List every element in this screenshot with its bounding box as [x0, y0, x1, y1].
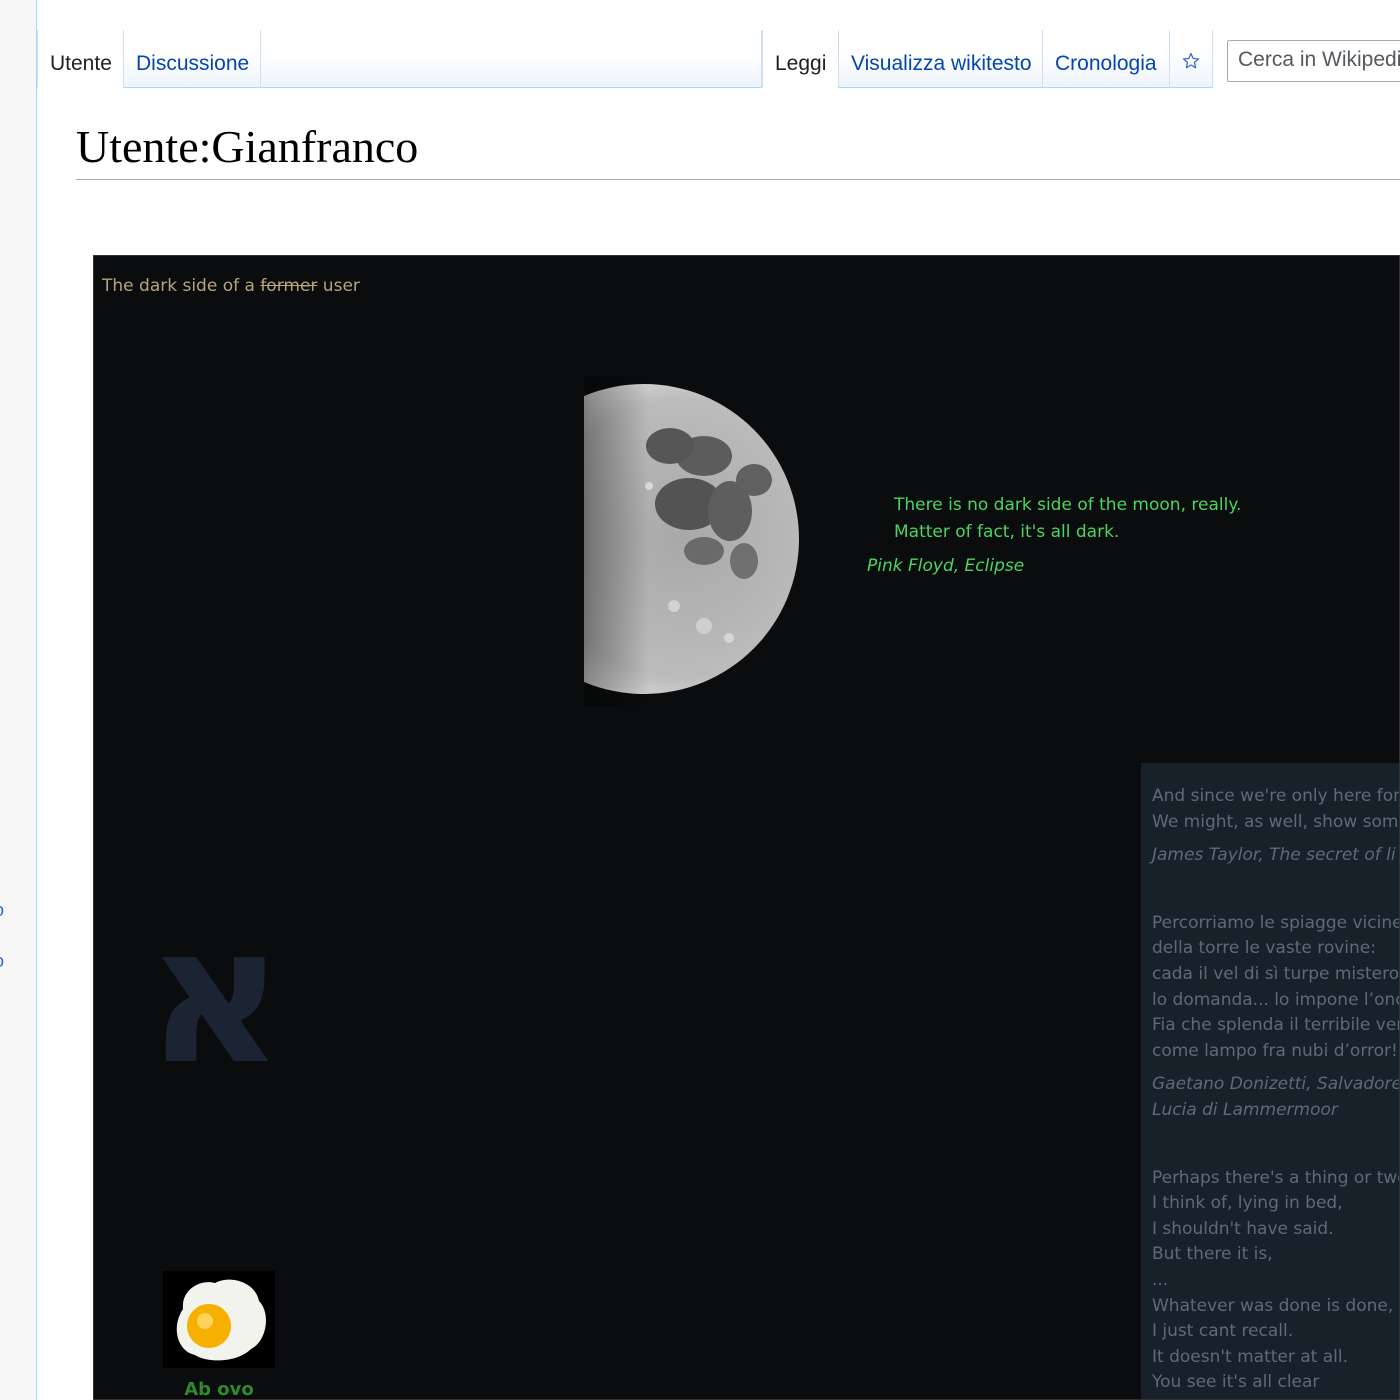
side-quote-line: But there it is, — [1152, 1244, 1273, 1265]
tabs-spacer — [260, 30, 762, 88]
page-title: Utente:Gianfranco — [76, 120, 1400, 180]
tab-leggi[interactable]: Leggi — [762, 30, 838, 88]
side-quote-line: Percorriamo le spiagge vicine — [1152, 912, 1400, 933]
search-placeholder: Cerca in Wikipedia — [1238, 48, 1400, 71]
side-quote-line: It doesn't matter at all. — [1152, 1346, 1349, 1367]
tab-utente[interactable]: Utente — [37, 30, 123, 88]
tab-label: Leggi — [775, 52, 827, 75]
side-quote-credit: Lucia di Lammermoor — [1152, 1099, 1338, 1120]
tab-discussione[interactable]: Discussione — [123, 30, 260, 88]
side-quote-line: I just cant recall. — [1152, 1321, 1294, 1342]
side-quote-line: ... — [1152, 1269, 1169, 1290]
fried-egg-icon — [176, 1279, 266, 1361]
side-quote-line: cada il vel di sì turpe mistero — [1152, 963, 1400, 984]
quote-line: Matter of fact, it's all dark. — [894, 522, 1120, 542]
quote-pink-floyd: There is no dark side of the moon, reall… — [894, 492, 1241, 546]
side-quote-line: You see it's all clear — [1152, 1372, 1320, 1393]
egg-image[interactable] — [163, 1271, 275, 1368]
moon-image — [554, 376, 814, 706]
quotes-sidebar: And since we're only here for We might, … — [1141, 763, 1400, 1399]
watch-button[interactable] — [1169, 30, 1213, 88]
egg-caption[interactable]: Ab ovo — [164, 1379, 274, 1399]
quote-line: There is no dark side of the moon, reall… — [894, 495, 1242, 515]
side-quote-line: come lampo fra nubi d’orror! — [1152, 1040, 1398, 1061]
aleph-glyph: א — [146, 885, 285, 1106]
panel-caption: The dark side of a former user — [102, 276, 360, 296]
side-quote-line: I shouldn't have said. — [1152, 1218, 1334, 1239]
side-quote-credit: James Taylor, The secret of li — [1152, 845, 1396, 866]
caption-text: The dark side of a — [102, 276, 261, 296]
side-quote-line: della torre le vaste rovine: — [1152, 938, 1376, 959]
side-quote-line: We might, as well, show som — [1152, 811, 1399, 832]
star-icon — [1182, 52, 1200, 69]
user-page-panel: The dark side of a former user There is … — [93, 255, 1400, 1400]
sidebar-link-fragment[interactable]: o — [0, 951, 4, 972]
tab-label: Discussione — [136, 52, 250, 75]
search-input[interactable]: Cerca in Wikipedia — [1227, 40, 1400, 82]
tab-visualizza-wikitesto[interactable]: Visualizza wikitesto — [838, 30, 1042, 88]
tab-label: Utente — [50, 52, 112, 75]
side-quote-line: Fia che splenda il terribile ver — [1152, 1015, 1400, 1036]
side-quote-line: lo domanda... lo impone l’onc — [1152, 989, 1400, 1010]
caption-struck-text: former — [260, 276, 318, 296]
side-quote-line: And since we're only here for — [1152, 786, 1400, 806]
side-quote-credit: Gaetano Donizetti, Salvadore — [1152, 1074, 1400, 1095]
side-quote-line: Perhaps there's a thing or two — [1152, 1167, 1400, 1188]
sidebar-link-fragment[interactable]: o — [0, 900, 4, 921]
sidebar: o o — [0, 0, 37, 1400]
caption-text: user — [317, 276, 360, 296]
tab-cronologia[interactable]: Cronologia — [1042, 30, 1169, 88]
tab-label: Visualizza wikitesto — [851, 52, 1032, 75]
side-quote-line: Whatever was done is done, — [1152, 1295, 1394, 1316]
tab-label: Cronologia — [1055, 52, 1157, 75]
side-quote-line: I think of, lying in bed, — [1152, 1193, 1343, 1214]
quote-credit: Pink Floyd, Eclipse — [867, 556, 1025, 576]
